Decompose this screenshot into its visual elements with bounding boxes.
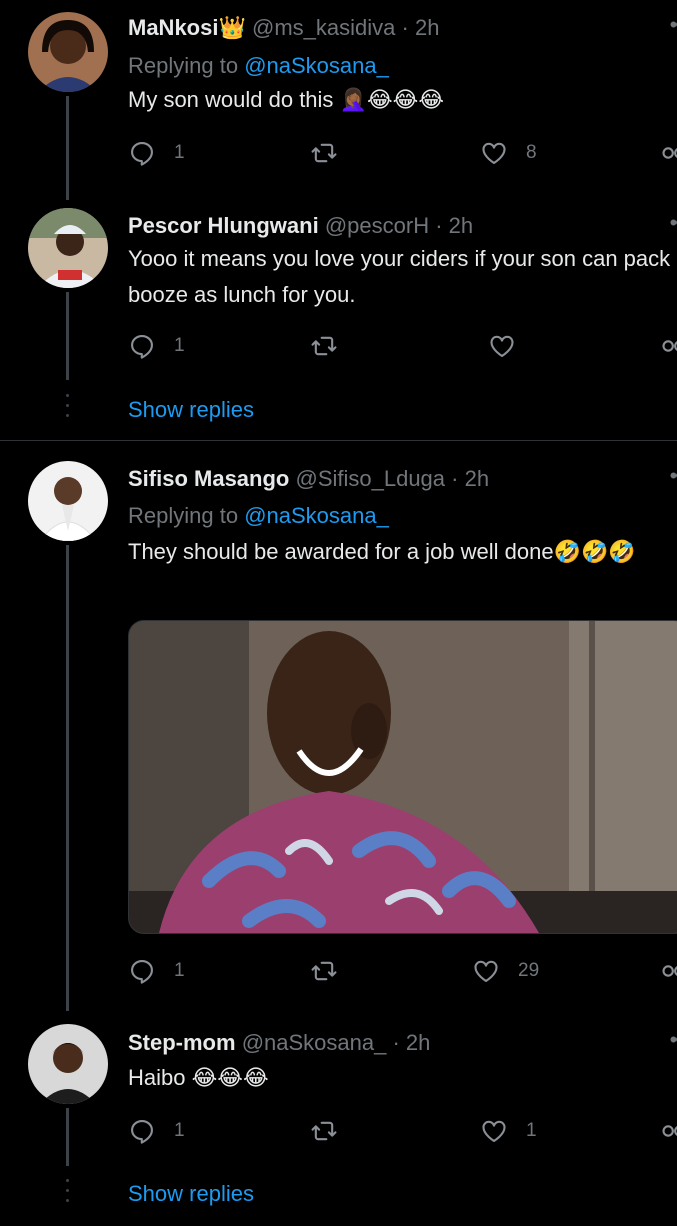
share-button[interactable] <box>660 1117 677 1145</box>
reply-button[interactable]: 1 <box>128 957 185 985</box>
thread-line <box>66 1108 69 1166</box>
replying-to-label: Replying to <box>128 503 245 528</box>
thread-line <box>66 545 69 1011</box>
tweet-header: MaNkosi👑 @ms_kasidiva · 2h <box>128 15 439 41</box>
show-replies-link[interactable]: Show replies <box>128 1181 254 1207</box>
replying-to-label: Replying to <box>128 53 245 78</box>
tweet-step-mom[interactable]: Step-mom @naSkosana_ · 2h •• Haibo 😂😂😂 1… <box>0 1011 677 1226</box>
reply-icon <box>128 332 156 360</box>
reply-count: 1 <box>174 142 185 163</box>
reply-count: 1 <box>174 1120 185 1141</box>
like-count: 29 <box>518 960 540 981</box>
show-replies-link[interactable]: Show replies <box>128 397 254 423</box>
reply-count: 1 <box>174 960 185 981</box>
tweet-text: My son would do this 🤦🏾‍♀️😂😂😂 <box>128 87 445 112</box>
more-icon[interactable]: •• <box>670 1027 677 1053</box>
tweet-actions: 1 1 <box>128 1117 677 1147</box>
media-image[interactable] <box>128 620 677 934</box>
thread-line <box>66 96 69 200</box>
thread-dots <box>66 394 69 424</box>
retweet-button[interactable] <box>310 139 338 167</box>
tweet-header: Sifiso Masango @Sifiso_Lduga · 2h <box>128 466 489 492</box>
timestamp[interactable]: · 2h <box>435 213 473 238</box>
more-icon[interactable]: •• <box>670 463 677 489</box>
tweet-actions: 1 29 <box>128 957 677 987</box>
tweet-header: Step-mom @naSkosana_ · 2h <box>128 1030 430 1056</box>
like-icon <box>480 1117 508 1145</box>
like-button[interactable]: 1 <box>480 1117 537 1145</box>
share-icon <box>660 139 677 167</box>
share-button[interactable] <box>660 957 677 985</box>
retweet-icon <box>310 1117 338 1145</box>
timestamp[interactable]: · 2h <box>402 15 440 40</box>
like-icon <box>472 957 500 985</box>
share-button[interactable] <box>660 332 677 360</box>
share-icon <box>660 957 677 985</box>
tweet-text: Haibo 😂😂😂 <box>128 1065 269 1090</box>
reply-icon <box>128 139 156 167</box>
timestamp[interactable]: · 2h <box>392 1030 430 1055</box>
tweet-pescor[interactable]: Pescor Hlungwani @pescorH · 2h •• Yooo i… <box>0 200 677 440</box>
handle[interactable]: @naSkosana_ <box>242 1030 387 1055</box>
like-icon <box>480 139 508 167</box>
share-icon <box>660 1117 677 1145</box>
retweet-button[interactable] <box>310 332 338 360</box>
replying-to: Replying to @naSkosana_ <box>128 53 389 79</box>
reply-count: 1 <box>174 335 185 356</box>
more-icon[interactable]: •• <box>670 12 677 38</box>
retweet-icon <box>310 957 338 985</box>
more-icon[interactable]: •• <box>670 210 677 236</box>
avatar[interactable] <box>28 461 108 541</box>
like-count: 8 <box>526 142 537 163</box>
tweet-text: They should be awarded for a job well do… <box>128 539 636 564</box>
reply-button[interactable]: 1 <box>128 139 185 167</box>
reply-button[interactable]: 1 <box>128 332 185 360</box>
replying-to: Replying to @naSkosana_ <box>128 503 389 529</box>
like-button[interactable]: 29 <box>472 957 539 985</box>
replying-to-link[interactable]: @naSkosana_ <box>244 53 389 78</box>
tweet-mankosi[interactable]: MaNkosi👑 @ms_kasidiva · 2h •• Replying t… <box>0 0 677 200</box>
thread-dots <box>66 1179 69 1209</box>
retweet-icon <box>310 332 338 360</box>
avatar[interactable] <box>28 1024 108 1104</box>
timestamp[interactable]: · 2h <box>451 466 489 491</box>
reply-button[interactable]: 1 <box>128 1117 185 1145</box>
thread-line <box>66 292 69 380</box>
retweet-button[interactable] <box>310 1117 338 1145</box>
share-icon <box>660 332 677 360</box>
display-name[interactable]: Pescor Hlungwani <box>128 213 319 238</box>
display-name[interactable]: MaNkosi👑 <box>128 15 246 40</box>
avatar[interactable] <box>28 208 108 288</box>
reply-icon <box>128 1117 156 1145</box>
retweet-icon <box>310 139 338 167</box>
handle[interactable]: @pescorH <box>325 213 429 238</box>
display-name[interactable]: Step-mom <box>128 1030 236 1055</box>
avatar[interactable] <box>28 12 108 92</box>
like-button[interactable]: 8 <box>480 139 537 167</box>
display-name[interactable]: Sifiso Masango <box>128 466 289 491</box>
retweet-button[interactable] <box>310 957 338 985</box>
like-button[interactable] <box>488 332 516 360</box>
tweet-actions: 1 8 <box>128 139 677 169</box>
replying-to-link[interactable]: @naSkosana_ <box>244 503 389 528</box>
tweet-sifiso[interactable]: Sifiso Masango @Sifiso_Lduga · 2h •• Rep… <box>0 441 677 1011</box>
reply-icon <box>128 957 156 985</box>
tweet-header: Pescor Hlungwani @pescorH · 2h <box>128 213 473 239</box>
handle[interactable]: @Sifiso_Lduga <box>295 466 445 491</box>
like-icon <box>488 332 516 360</box>
tweet-actions: 1 <box>128 332 677 362</box>
like-count: 1 <box>526 1120 537 1141</box>
tweet-text: Yooo it means you love your ciders if yo… <box>128 246 671 307</box>
handle[interactable]: @ms_kasidiva <box>252 15 395 40</box>
share-button[interactable] <box>660 139 677 167</box>
